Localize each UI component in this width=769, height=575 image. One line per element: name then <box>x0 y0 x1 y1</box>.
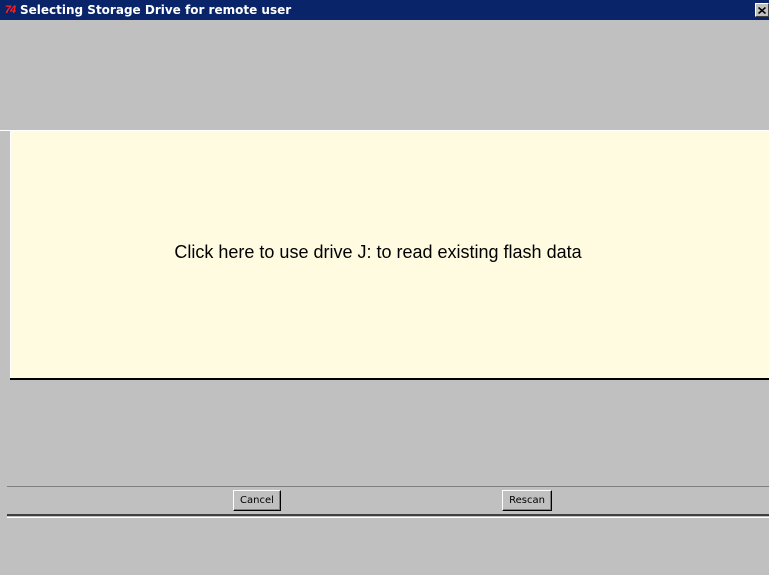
title-bar[interactable]: 74 Selecting Storage Drive for remote us… <box>0 0 769 20</box>
dialog-window: 74 Selecting Storage Drive for remote us… <box>0 0 769 575</box>
drive-j-label: Click here to use drive J: to read exist… <box>174 242 582 262</box>
top-empty-panel <box>0 20 769 131</box>
cancel-button[interactable]: Cancel <box>233 490 281 511</box>
rescan-button[interactable]: Rescan <box>502 490 552 511</box>
window-title: Selecting Storage Drive for remote user <box>20 3 292 17</box>
button-bar: Cancel Rescan <box>7 486 769 514</box>
bottom-empty-panel <box>0 380 769 486</box>
app-icon: 74 <box>4 4 16 16</box>
footer-area <box>0 518 769 575</box>
close-icon <box>758 6 766 14</box>
close-button[interactable] <box>755 3 769 17</box>
drive-j-option[interactable]: Click here to use drive J: to read exist… <box>10 131 769 378</box>
